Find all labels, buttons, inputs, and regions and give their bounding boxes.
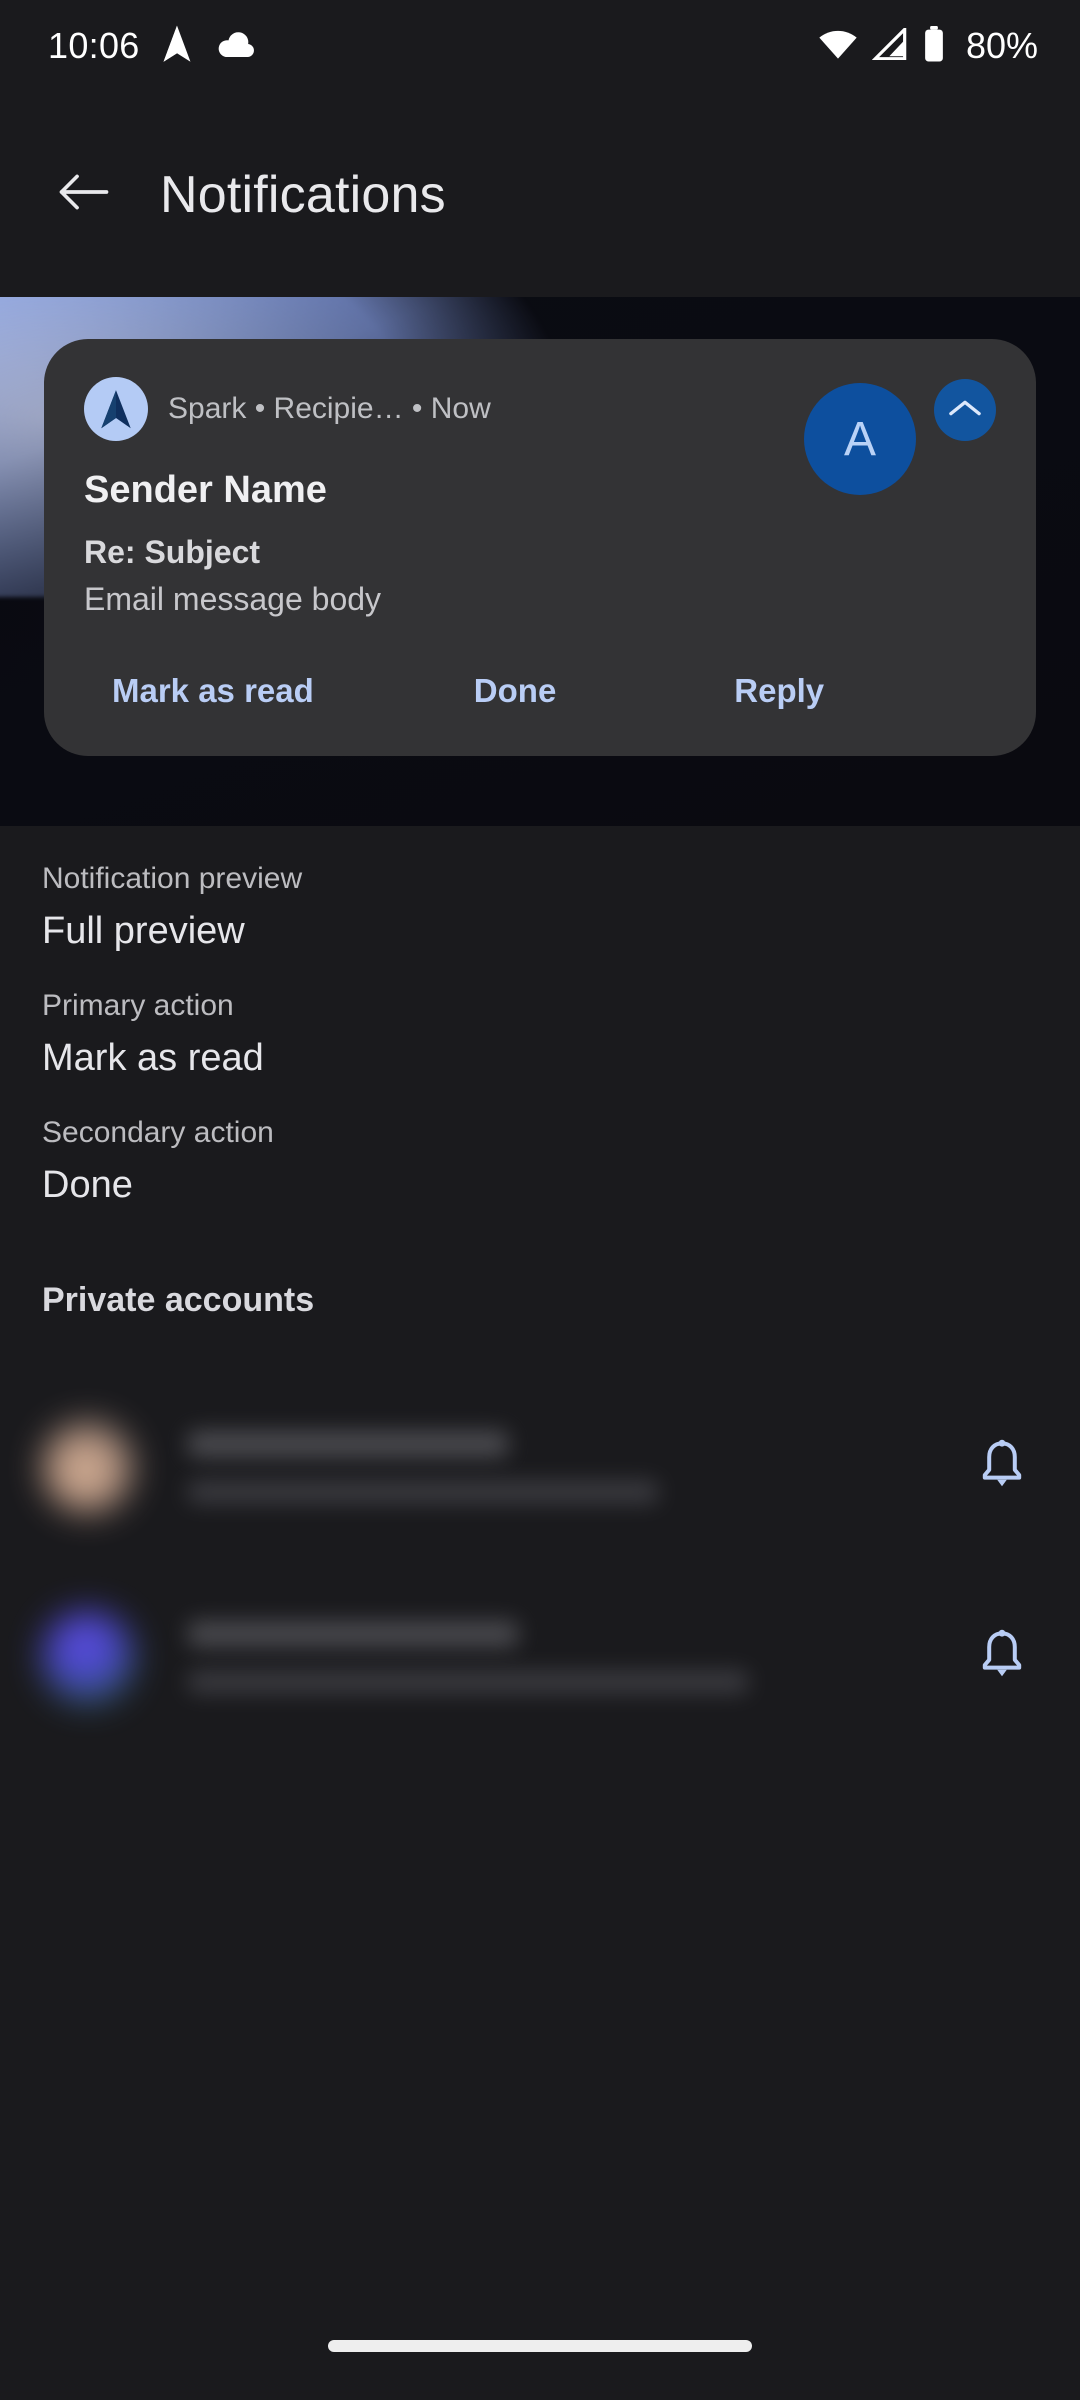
bell-icon[interactable] [976,1627,1028,1688]
battery-percent-label: 80% [965,25,1038,66]
account-email [188,1671,748,1693]
avatar: A [804,383,916,495]
private-accounts-list [0,1372,1080,1752]
notification-subject: Re: Subject [84,534,261,570]
setting-label: Secondary action [42,1116,274,1149]
back-button[interactable] [40,151,128,239]
top-app-bar: Notifications [0,92,1080,297]
setting-value: Done [42,1164,133,1206]
notification-meta-line: Spark • Recipie… • Now [168,392,491,425]
account-text [188,1621,976,1693]
section-header-private-accounts: Private accounts [42,1281,315,1319]
notification-header-row: Spark • Recipie… • Now [84,377,788,441]
setting-row-notification-preview[interactable]: Notification preview Full preview [0,826,1080,953]
account-avatar [42,1611,134,1703]
notification-top-section: Spark • Recipie… • Now Sender Name Re: S… [84,377,996,618]
status-bar-right: 80% [818,24,1038,67]
setting-row-primary-action[interactable]: Primary action Mark as read [0,953,1080,1080]
list-item[interactable] [0,1372,1080,1562]
notification-action-done[interactable]: Done [474,672,557,710]
notification-action-reply[interactable]: Reply [734,672,824,710]
spark-plane-icon [160,24,194,69]
cloud-icon [214,29,258,64]
list-item[interactable] [0,1562,1080,1752]
page-title: Notifications [160,165,446,224]
notification-action-mark-as-read[interactable]: Mark as read [112,672,314,710]
setting-row-secondary-action[interactable]: Secondary action Done [0,1080,1080,1207]
account-avatar [42,1421,134,1513]
expand-collapse-button[interactable] [934,379,996,441]
notification-body: Email message body [84,581,382,617]
account-email [188,1481,658,1503]
phone-screen: 10:06 80% Notifications Spark • Recipie…… [0,0,1080,2400]
account-name [188,1431,508,1457]
account-text [188,1431,976,1503]
account-name [188,1621,518,1647]
setting-value: Mark as read [42,1037,264,1079]
notification-action-row: Mark as read Done Reply [84,672,996,710]
battery-icon [922,25,946,67]
setting-value: Full preview [42,910,245,952]
bell-icon[interactable] [976,1437,1028,1498]
notification-preview-card[interactable]: Spark • Recipie… • Now Sender Name Re: S… [44,339,1036,756]
settings-list: Notification preview Full preview Primar… [0,826,1080,1752]
cellular-signal-icon [871,24,908,65]
status-bar-clock: 10:06 [48,25,140,66]
chevron-up-icon [948,397,982,424]
setting-label: Notification preview [42,862,303,895]
home-gesture-pill[interactable] [328,2340,752,2352]
arrow-back-icon [58,171,110,218]
notification-trailing: A [788,377,996,495]
spark-plane-icon [84,377,148,441]
status-bar-left: 10:06 [48,24,258,69]
setting-label: Primary action [42,989,234,1022]
wifi-icon [818,28,858,65]
notification-sender: Sender Name [84,469,327,511]
status-bar: 10:06 80% [0,0,1080,92]
notification-content: Spark • Recipie… • Now Sender Name Re: S… [84,377,788,618]
